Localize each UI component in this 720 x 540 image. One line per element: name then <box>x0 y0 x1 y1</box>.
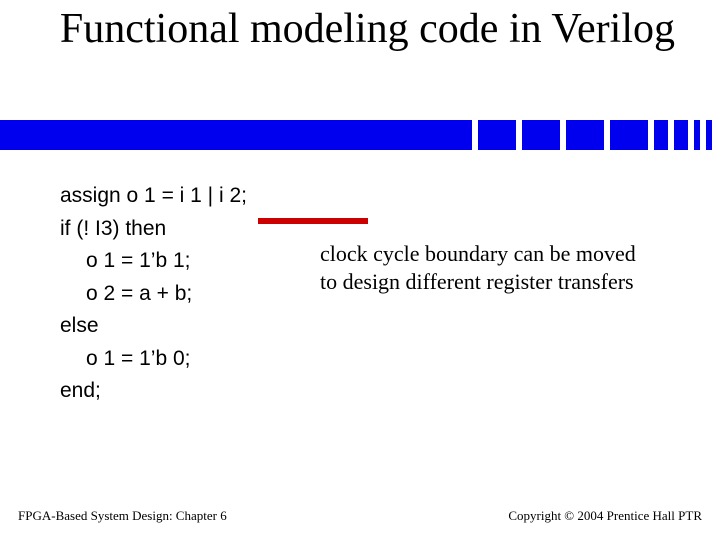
code-block: assign o 1 = i 1 | i 2; if (! I3) then o… <box>60 180 320 408</box>
footer-left: FPGA-Based System Design: Chapter 6 <box>18 508 227 524</box>
decorative-bar <box>0 120 720 150</box>
bar-seg <box>566 120 604 150</box>
code-line: o 1 = 1’b 1; <box>60 245 320 278</box>
bar-seg <box>478 120 516 150</box>
code-line: o 1 = 1’b 0; <box>60 343 320 376</box>
code-line: if (! I3) then <box>60 217 166 240</box>
slide: Functional modeling code in Verilog assi… <box>0 0 720 540</box>
bar-seg <box>522 120 560 150</box>
code-line: end; <box>60 379 101 402</box>
slide-title: Functional modeling code in Verilog <box>0 6 720 53</box>
footer-right: Copyright © 2004 Prentice Hall PTR <box>508 508 702 524</box>
bar-seg <box>674 120 688 150</box>
bar-seg <box>610 120 648 150</box>
annotation-text: clock cycle boundary can be moved to des… <box>320 240 650 295</box>
annotation-line <box>258 218 368 224</box>
code-line: else <box>60 314 99 337</box>
bar-solid <box>0 120 472 150</box>
bar-seg <box>694 120 700 150</box>
code-line: o 2 = a + b; <box>60 278 320 311</box>
bar-seg <box>706 120 712 150</box>
bar-seg <box>654 120 668 150</box>
code-line: assign o 1 = i 1 | i 2; <box>60 184 247 207</box>
